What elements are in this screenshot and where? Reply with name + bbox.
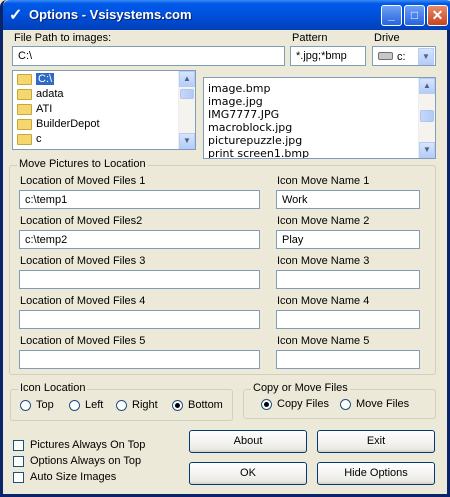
location-5-label: Location of Moved Files 5 xyxy=(20,335,146,347)
file-list[interactable]: image.bmp image.jpg IMG7777.JPG macroblo… xyxy=(203,77,436,159)
file-list-scrollbar[interactable]: ▲ ▼ xyxy=(418,78,435,158)
icon-name-3-label: Icon Move Name 3 xyxy=(277,255,370,267)
checkbox-icon xyxy=(13,455,24,467)
radio-icon xyxy=(69,399,80,411)
scroll-thumb[interactable] xyxy=(180,89,194,99)
hide-options-button[interactable]: Hide Options xyxy=(317,462,435,485)
file-path-label: File Path to images: xyxy=(14,32,112,44)
radio-top[interactable]: Top xyxy=(20,399,54,411)
folder-item[interactable]: BuilderDepot xyxy=(17,118,100,130)
close-button[interactable]: ✕ xyxy=(427,5,448,26)
window-title: Options - Vsisystems.com xyxy=(29,7,192,22)
checkbox-auto-size[interactable]: Auto Size Images xyxy=(13,471,116,483)
location-3-input[interactable] xyxy=(19,270,260,289)
ok-button[interactable]: OK xyxy=(189,462,307,485)
folder-icon xyxy=(17,88,32,100)
about-button[interactable]: About xyxy=(189,430,307,453)
radio-right[interactable]: Right xyxy=(116,399,158,411)
location-1-input[interactable]: c:\temp1 xyxy=(19,190,260,209)
icon-name-2-input[interactable]: Play xyxy=(276,230,420,249)
minimize-button[interactable]: _ xyxy=(381,5,402,26)
location-4-input[interactable] xyxy=(19,310,260,329)
icon-name-4-input[interactable] xyxy=(276,310,420,329)
drive-label: Drive xyxy=(374,32,400,44)
radio-icon xyxy=(116,399,127,411)
scroll-thumb[interactable] xyxy=(420,110,434,122)
icon-name-4-label: Icon Move Name 4 xyxy=(277,295,370,307)
folder-icon xyxy=(17,133,32,145)
app-check-icon: ✓ xyxy=(9,7,23,24)
radio-copy-files[interactable]: Copy Files xyxy=(261,398,329,410)
icon-name-2-label: Icon Move Name 2 xyxy=(277,215,370,227)
drive-value: c: xyxy=(397,51,406,63)
pattern-input[interactable]: *.jpg;*bmp xyxy=(290,46,366,66)
file-item[interactable]: macroblock.jpg xyxy=(208,121,292,134)
icon-name-5-label: Icon Move Name 5 xyxy=(277,335,370,347)
folder-list[interactable]: C:\ adata ATI BuilderDepot c ▲ ▼ xyxy=(12,70,196,150)
radio-move-files[interactable]: Move Files xyxy=(340,398,409,410)
location-3-label: Location of Moved Files 3 xyxy=(20,255,146,267)
location-4-label: Location of Moved Files 4 xyxy=(20,295,146,307)
move-pictures-legend: Move Pictures to Location xyxy=(17,158,148,170)
folder-list-scrollbar[interactable]: ▲ ▼ xyxy=(178,71,195,149)
checkbox-options-on-top[interactable]: Options Always on Top xyxy=(13,455,141,467)
file-path-input[interactable]: C:\ xyxy=(12,46,285,66)
folder-item[interactable]: c xyxy=(17,133,42,145)
copy-move-legend: Copy or Move Files xyxy=(251,382,350,394)
file-item[interactable]: picturepuzzle.jpg xyxy=(208,134,302,147)
radio-icon xyxy=(20,399,31,411)
pattern-label: Pattern xyxy=(292,32,328,44)
icon-location-legend: Icon Location xyxy=(18,382,88,394)
scroll-down-icon[interactable]: ▼ xyxy=(419,142,435,158)
radio-left[interactable]: Left xyxy=(69,399,103,411)
radio-bottom[interactable]: Bottom xyxy=(172,399,223,411)
exit-button[interactable]: Exit xyxy=(317,430,435,453)
folder-icon xyxy=(17,118,32,130)
radio-selected-icon xyxy=(261,398,272,410)
icon-name-1-label: Icon Move Name 1 xyxy=(277,175,370,187)
location-2-input[interactable]: c:\temp2 xyxy=(19,230,260,249)
file-item[interactable]: print screen1.bmp xyxy=(208,147,309,158)
location-1-label: Location of Moved Files 1 xyxy=(20,175,146,187)
hard-drive-icon xyxy=(378,52,393,60)
checkbox-pictures-on-top[interactable]: Pictures Always On Top xyxy=(13,439,145,451)
chevron-down-icon[interactable]: ▼ xyxy=(418,48,434,65)
radio-selected-icon xyxy=(172,399,183,411)
file-item[interactable]: image.jpg xyxy=(208,95,263,108)
folder-item[interactable]: adata xyxy=(17,88,64,100)
title-bar[interactable]: ✓ Options - Vsisystems.com _ □ ✕ xyxy=(3,0,450,30)
scroll-up-icon[interactable]: ▲ xyxy=(179,71,195,87)
location-5-input[interactable] xyxy=(19,350,260,369)
folder-icon xyxy=(17,103,32,115)
scroll-down-icon[interactable]: ▼ xyxy=(179,133,195,149)
location-2-label: Location of Moved Files2 xyxy=(20,215,143,227)
file-item[interactable]: image.bmp xyxy=(208,82,270,95)
icon-name-5-input[interactable] xyxy=(276,350,420,369)
maximize-button[interactable]: □ xyxy=(404,5,425,26)
icon-name-1-input[interactable]: Work xyxy=(276,190,420,209)
file-item[interactable]: IMG7777.JPG xyxy=(208,108,279,121)
icon-name-3-input[interactable] xyxy=(276,270,420,289)
open-folder-icon xyxy=(17,73,32,85)
drive-select[interactable]: c: ▼ xyxy=(372,46,436,66)
checkbox-icon xyxy=(13,471,24,483)
radio-icon xyxy=(340,398,351,410)
checkbox-icon xyxy=(13,439,24,451)
folder-item[interactable]: ATI xyxy=(17,103,52,115)
scroll-up-icon[interactable]: ▲ xyxy=(419,78,435,94)
folder-item[interactable]: C:\ xyxy=(17,73,55,85)
